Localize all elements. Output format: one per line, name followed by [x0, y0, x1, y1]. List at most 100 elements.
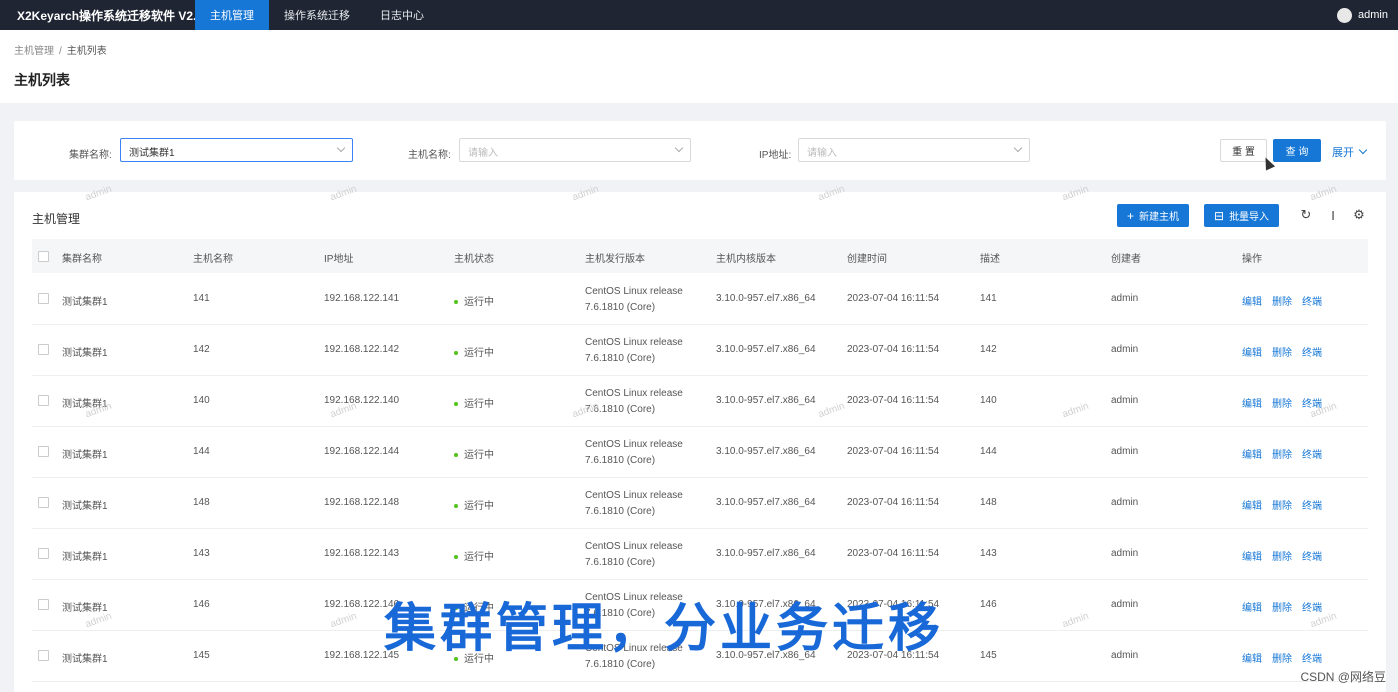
terminal-link[interactable]: 终端 — [1302, 552, 1322, 563]
cell-desc: 144 — [980, 446, 997, 457]
status-dot-icon — [454, 504, 458, 509]
delete-link[interactable]: 删除 — [1272, 399, 1292, 410]
cell-actions: 编辑 删除 终端 — [1242, 497, 1332, 512]
settings-icon[interactable]: ⚙ — [1351, 207, 1367, 223]
edit-link[interactable]: 编辑 — [1242, 552, 1262, 563]
cell-desc: 146 — [980, 599, 997, 610]
terminal-link[interactable]: 终端 — [1302, 297, 1322, 308]
status-text: 运行中 — [464, 450, 494, 461]
delete-link[interactable]: 删除 — [1272, 603, 1292, 614]
delete-link[interactable]: 删除 — [1272, 552, 1292, 563]
row-checkbox[interactable] — [38, 650, 49, 661]
cell-kernel: 3.10.0-957.el7.x86_64 — [716, 344, 816, 355]
cell-os-release: CentOS Linux release 7.6.1810 (Core) — [585, 488, 683, 520]
nav-log-center[interactable]: 日志中心 — [365, 0, 439, 30]
new-host-button[interactable]: + 新建主机 — [1117, 204, 1190, 227]
status-dot-icon — [454, 555, 458, 560]
os-release-line2: 7.6.1810 (Core) — [585, 506, 656, 517]
row-checkbox[interactable] — [38, 395, 49, 406]
delete-link[interactable]: 删除 — [1272, 348, 1292, 359]
delete-link[interactable]: 删除 — [1272, 654, 1292, 665]
terminal-link[interactable]: 终端 — [1302, 501, 1322, 512]
cell-host-name: 143 — [193, 548, 210, 559]
plus-icon: + — [1127, 208, 1135, 223]
os-release-line1: CentOS Linux release — [585, 541, 683, 552]
cluster-select[interactable]: 测试集群1 — [120, 138, 353, 162]
nav-os-migration[interactable]: 操作系统迁移 — [269, 0, 365, 30]
edit-link[interactable]: 编辑 — [1242, 399, 1262, 410]
row-checkbox[interactable] — [38, 293, 49, 304]
edit-link[interactable]: 编辑 — [1242, 348, 1262, 359]
cell-os-release: CentOS Linux release 7.6.1810 (Core) — [585, 386, 683, 418]
delete-link[interactable]: 删除 — [1272, 297, 1292, 308]
batch-import-button[interactable]: ⊟ 批量导入 — [1204, 204, 1280, 227]
video-subtitle: 集群管理，分业务迁移 — [384, 599, 945, 659]
user-menu[interactable]: admin — [1337, 0, 1388, 30]
row-checkbox[interactable] — [38, 497, 49, 508]
cell-actions: 编辑 删除 终端 — [1242, 650, 1332, 665]
user-name: admin — [1358, 9, 1388, 21]
edit-link[interactable]: 编辑 — [1242, 450, 1262, 461]
os-release-line2: 7.6.1810 (Core) — [585, 404, 656, 415]
col-created: 创建时间 — [847, 254, 887, 265]
refresh-icon[interactable]: ↻ — [1298, 207, 1314, 223]
terminal-link[interactable]: 终端 — [1302, 450, 1322, 461]
edit-link[interactable]: 编辑 — [1242, 501, 1262, 512]
expand-label: 展开 — [1332, 147, 1354, 159]
cell-host-name: 142 — [193, 344, 210, 355]
row-checkbox[interactable] — [38, 548, 49, 559]
host-name-select[interactable]: 请输入 — [459, 138, 691, 162]
status-dot-icon — [454, 351, 458, 356]
cell-ip: 192.168.122.144 — [324, 446, 400, 457]
page-title: 主机列表 — [14, 72, 70, 88]
avatar — [1337, 7, 1353, 23]
table-header: 集群名称 主机名称 IP地址 主机状态 主机发行版本 主机内核版本 创建时间 描… — [32, 239, 1368, 273]
expand-toggle[interactable]: 展开 — [1332, 144, 1368, 160]
edit-link[interactable]: 编辑 — [1242, 603, 1262, 614]
terminal-link[interactable]: 终端 — [1302, 348, 1322, 359]
cell-desc: 141 — [980, 293, 997, 304]
cell-host-name: 141 — [193, 293, 210, 304]
column-height-icon[interactable]: I — [1325, 207, 1341, 223]
table-row: 测试集群1 140 192.168.122.140 运行中 CentOS Linux r… — [32, 376, 1368, 427]
nav-host-management[interactable]: 主机管理 — [195, 0, 269, 30]
app-title: X2Keyarch操作系统迁移软件 V2.0 — [17, 8, 204, 23]
reset-button[interactable]: 重 置 — [1220, 139, 1267, 162]
breadcrumb-parent[interactable]: 主机管理 — [14, 46, 54, 57]
cell-cluster: 测试集群1 — [62, 348, 108, 359]
cell-status: 运行中 — [454, 344, 494, 359]
terminal-link[interactable]: 终端 — [1302, 399, 1322, 410]
cell-cluster: 测试集群1 — [62, 603, 108, 614]
cell-desc: 148 — [980, 497, 997, 508]
status-text: 运行中 — [464, 399, 494, 410]
cell-ip: 192.168.122.148 — [324, 497, 400, 508]
card-title: 主机管理 — [32, 212, 81, 226]
status-text: 运行中 — [464, 348, 494, 359]
ip-filter-label: IP地址: — [759, 150, 792, 161]
col-creator: 创建者 — [1111, 254, 1141, 265]
cell-ip: 192.168.122.142 — [324, 344, 400, 355]
col-cluster: 集群名称 — [62, 254, 102, 265]
row-checkbox[interactable] — [38, 446, 49, 457]
row-checkbox[interactable] — [38, 344, 49, 355]
query-button[interactable]: 查 询 — [1273, 139, 1321, 162]
row-checkbox[interactable] — [38, 599, 49, 610]
cell-created: 2023-07-04 16:11:54 — [847, 344, 940, 355]
top-navbar: X2Keyarch操作系统迁移软件 V2.0 主机管理 操作系统迁移 日志中心 … — [0, 0, 1398, 30]
cell-created: 2023-07-04 16:11:54 — [847, 548, 940, 559]
breadcrumb: 主机管理 / 主机列表 — [14, 42, 107, 57]
edit-link[interactable]: 编辑 — [1242, 297, 1262, 308]
select-all-checkbox[interactable] — [38, 251, 49, 262]
table-row: 测试集群1 141 192.168.122.141 运行中 CentOS Linux r… — [32, 274, 1368, 325]
cell-created: 2023-07-04 16:11:54 — [847, 395, 940, 406]
host-filter-label: 主机名称: — [408, 150, 451, 161]
cell-created: 2023-07-04 16:11:54 — [847, 446, 940, 457]
col-status: 主机状态 — [454, 254, 494, 265]
edit-link[interactable]: 编辑 — [1242, 654, 1262, 665]
terminal-link[interactable]: 终端 — [1302, 603, 1322, 614]
delete-link[interactable]: 删除 — [1272, 450, 1292, 461]
cell-creator: admin — [1111, 650, 1139, 661]
terminal-link[interactable]: 终端 — [1302, 654, 1322, 665]
delete-link[interactable]: 删除 — [1272, 501, 1292, 512]
ip-select[interactable]: 请输入 — [798, 138, 1030, 162]
